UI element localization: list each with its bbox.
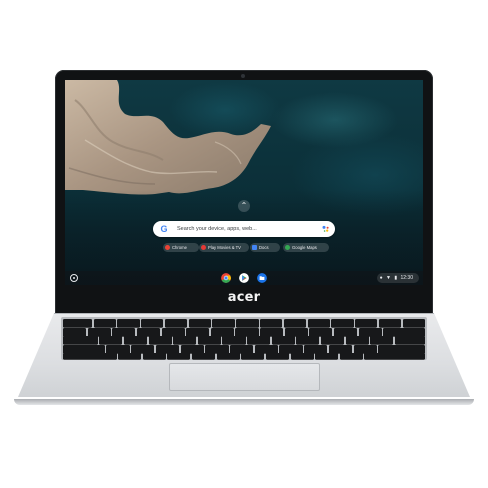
search-input[interactable]: Search your device, apps, web... (177, 221, 257, 237)
launcher-search-bar[interactable]: G Search your device, apps, web... (153, 221, 335, 237)
google-maps-icon (285, 245, 290, 250)
assistant-icon[interactable] (322, 225, 330, 233)
suggestion-label: Google Maps (292, 245, 317, 250)
play-movies-icon (201, 245, 206, 250)
play-store-icon[interactable] (239, 273, 249, 283)
wifi-icon: ▼ (385, 275, 391, 281)
suggestion-chrome[interactable]: Chrome (163, 243, 199, 252)
suggestion-label: Docs (259, 245, 269, 250)
touchpad[interactable] (169, 363, 320, 391)
keyboard-row-bottom (63, 352, 425, 359)
docs-icon (252, 245, 257, 250)
suggestion-play-movies[interactable]: Play Movies & TV (199, 243, 249, 252)
chrome-icon (165, 245, 170, 250)
launcher-expand-chevron-icon[interactable]: ⌃ (238, 200, 250, 212)
suggestion-label: Chrome (172, 245, 187, 250)
keyboard-row-numbers (63, 327, 425, 336)
base-front-edge (14, 399, 474, 405)
suggestion-label: Play Movies & TV (208, 245, 241, 250)
battery-icon: ▮ (394, 275, 398, 281)
keyboard-row-top (63, 336, 425, 344)
webcam-icon (241, 74, 245, 78)
suggestion-google-maps[interactable]: Google Maps (283, 243, 329, 252)
chromeos-screen: ⌃ G Search your device, apps, web... Chr… (65, 80, 423, 285)
clock-time: 12:30 (400, 275, 413, 281)
notification-icon: ● (379, 275, 383, 281)
launcher-button-icon[interactable] (70, 274, 78, 282)
app-suggestions: Chrome Play Movies & TV Docs Google Maps (163, 243, 333, 253)
chrome-icon[interactable] (221, 273, 231, 283)
keyboard-row-home (63, 344, 425, 353)
shelf: ● ▼ ▮ 12:30 (65, 271, 423, 285)
keyboard[interactable] (61, 317, 427, 360)
google-g-icon: G (160, 224, 168, 234)
brand-logo: acer (227, 290, 261, 305)
keyboard-row-function (63, 319, 426, 327)
status-tray[interactable]: ● ▼ ▮ 12:30 (376, 273, 419, 283)
files-icon[interactable] (257, 273, 267, 283)
suggestion-docs[interactable]: Docs (250, 243, 280, 252)
